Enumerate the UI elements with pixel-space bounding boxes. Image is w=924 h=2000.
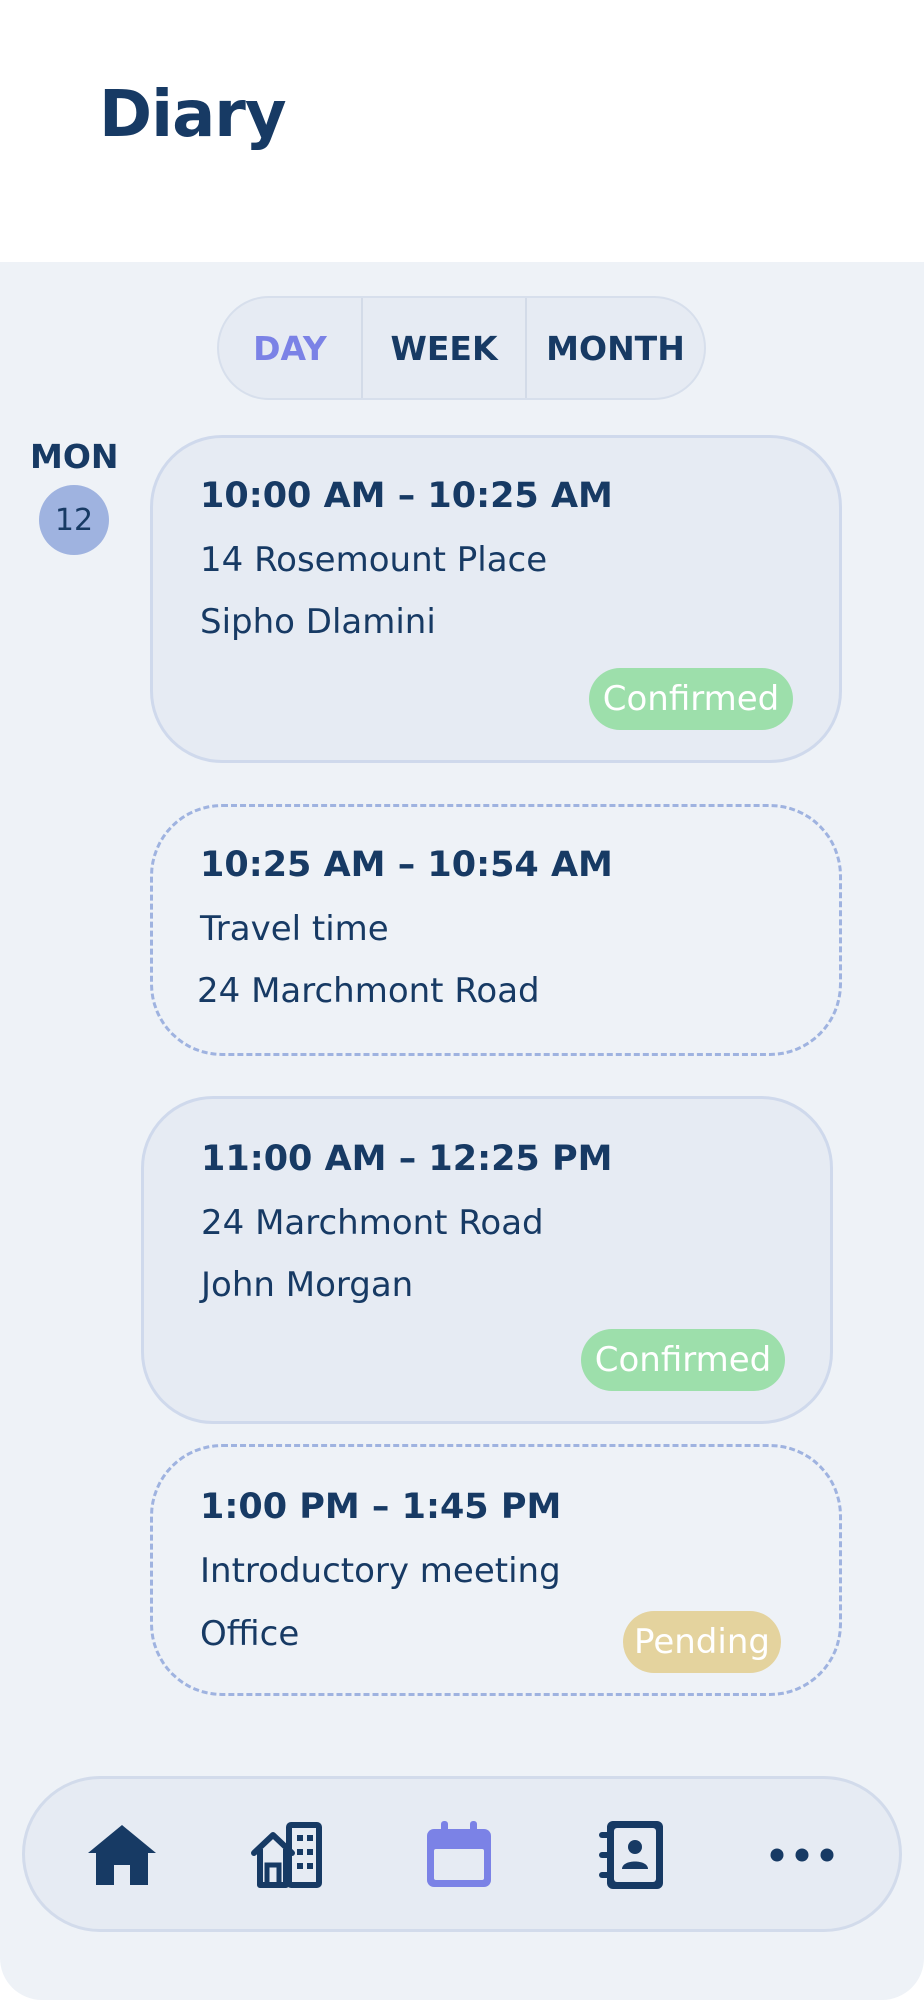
nav-calendar[interactable] xyxy=(423,1819,495,1891)
properties-icon xyxy=(251,1822,322,1888)
appointment-client: John Morgan xyxy=(201,1265,414,1305)
appointment-time: 10:25 AM – 10:54 AM xyxy=(200,845,613,885)
status-badge: Pending xyxy=(623,1611,781,1673)
weekday-label: MON xyxy=(30,437,119,476)
appointment-card[interactable]: 1:00 PM – 1:45 PM Introductory meeting O… xyxy=(150,1444,842,1696)
appointment-time: 10:00 AM – 10:25 AM xyxy=(200,476,613,516)
contacts-icon xyxy=(599,1821,663,1889)
nav-properties[interactable] xyxy=(251,1819,323,1891)
week-view-button[interactable]: WEEK xyxy=(363,298,527,398)
view-switcher: DAY WEEK MONTH xyxy=(217,296,706,400)
appointment-time: 1:00 PM – 1:45 PM xyxy=(200,1487,562,1527)
appointment-address: 14 Rosemount Place xyxy=(200,540,548,580)
calendar-icon xyxy=(427,1821,491,1887)
appointment-address: 24 Marchmont Road xyxy=(201,1203,544,1243)
travel-time-card[interactable]: 10:25 AM – 10:54 AM Travel time 24 March… xyxy=(150,804,842,1056)
appointment-card[interactable]: 10:00 AM – 10:25 AM 14 Rosemount Place S… xyxy=(150,435,842,763)
appointment-location: Office xyxy=(200,1614,300,1654)
more-icon xyxy=(770,1848,834,1862)
nav-contacts[interactable] xyxy=(595,1819,667,1891)
header: Diary xyxy=(0,0,924,262)
appointment-card[interactable]: 11:00 AM – 12:25 PM 24 Marchmont Road Jo… xyxy=(141,1096,833,1424)
bottom-navigation xyxy=(22,1776,902,1932)
day-view-button[interactable]: DAY xyxy=(219,298,363,398)
home-icon xyxy=(88,1825,156,1885)
travel-destination: 24 Marchmont Road xyxy=(197,971,540,1011)
day-number-badge: 12 xyxy=(39,485,109,555)
appointment-time: 11:00 AM – 12:25 PM xyxy=(201,1139,613,1179)
travel-label: Travel time xyxy=(200,909,389,949)
status-badge: Confirmed xyxy=(581,1329,785,1391)
appointment-title: Introductory meeting xyxy=(200,1551,561,1591)
nav-more[interactable] xyxy=(766,1819,838,1891)
month-view-button[interactable]: MONTH xyxy=(527,298,704,398)
page-title: Diary xyxy=(99,78,287,152)
status-badge: Confirmed xyxy=(589,668,793,730)
appointment-client: Sipho Dlamini xyxy=(200,602,436,642)
nav-home[interactable] xyxy=(86,1819,158,1891)
